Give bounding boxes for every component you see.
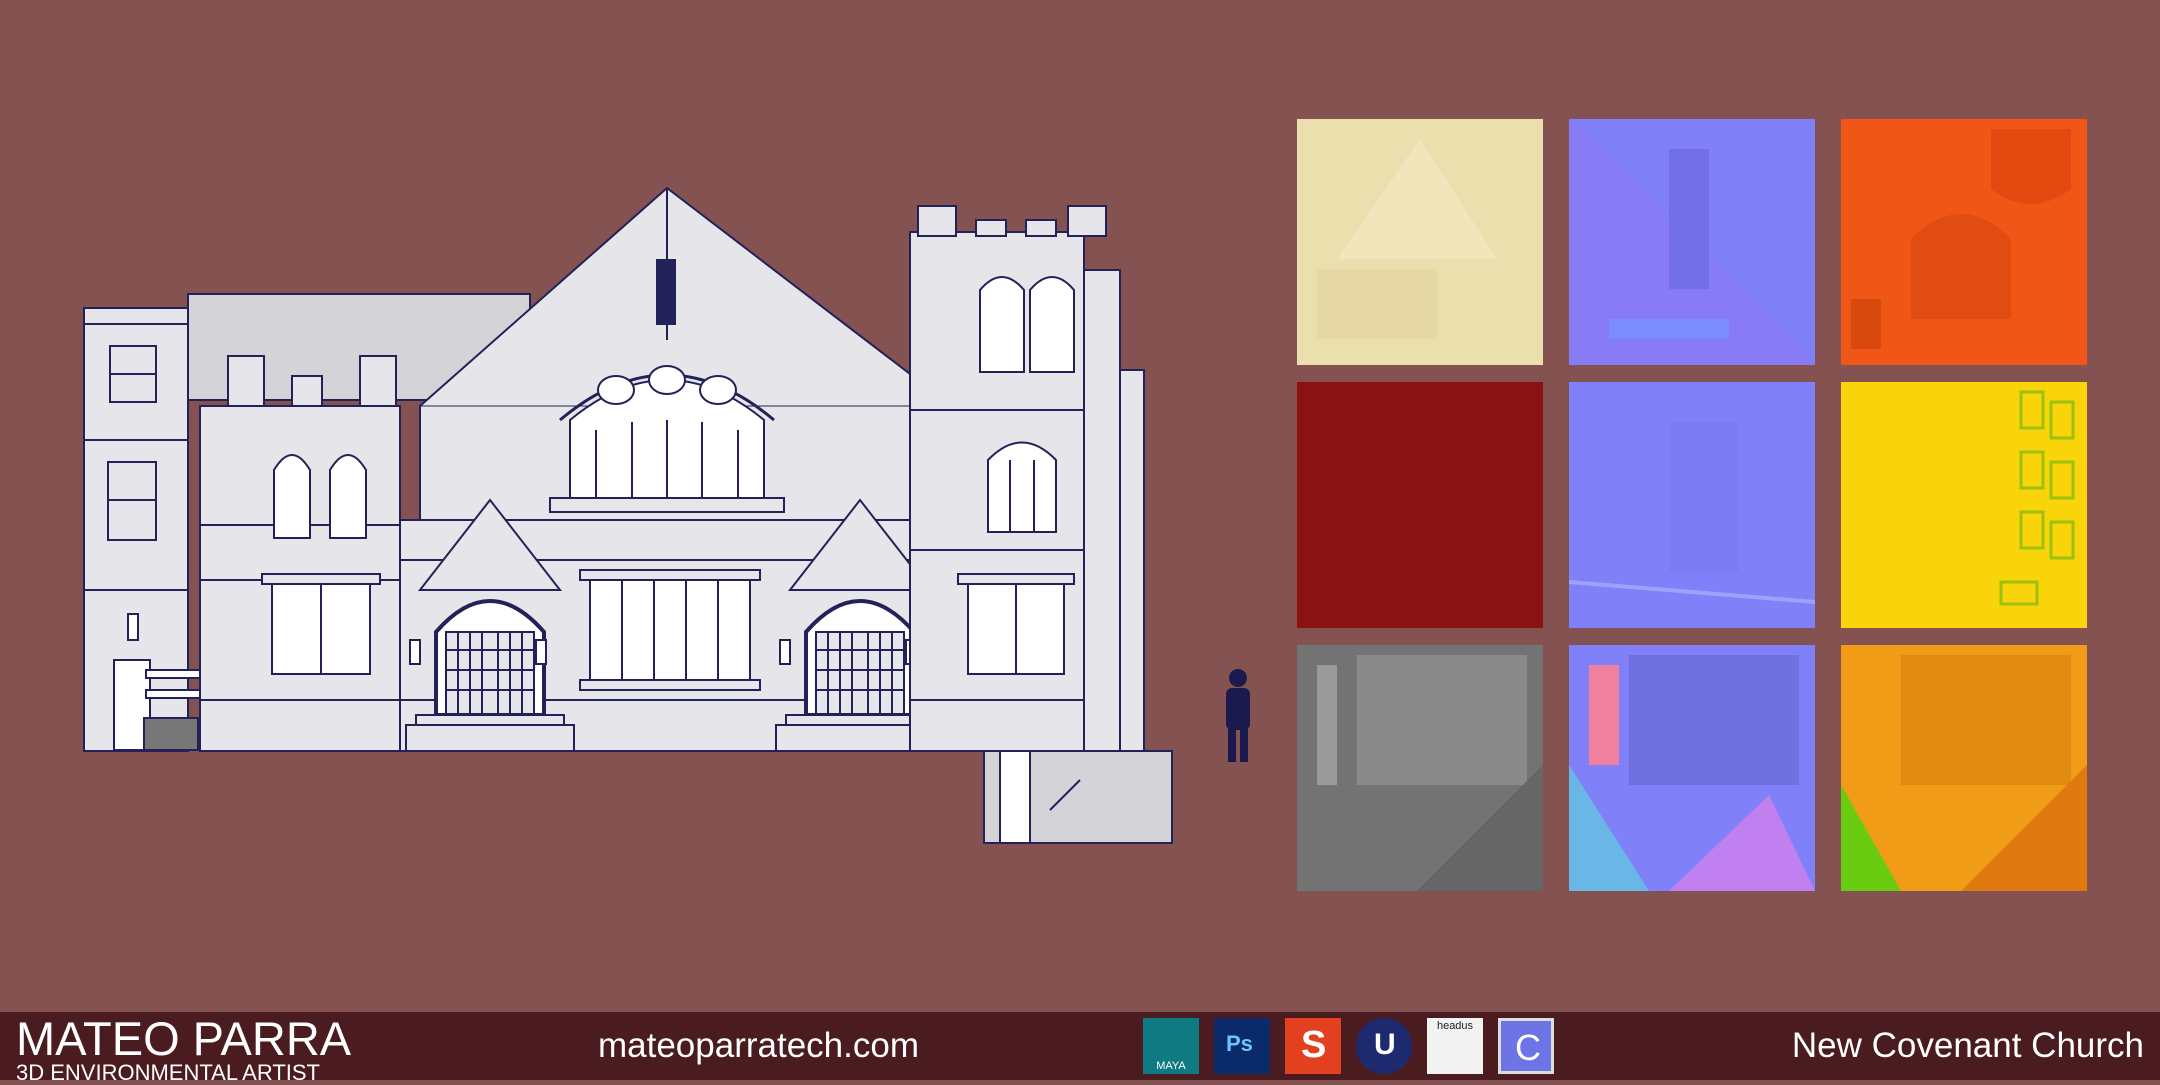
- yellow-mask-sheet: [1841, 382, 2087, 628]
- crazybump-label: C: [1515, 1027, 1541, 1068]
- normal-sheet: [1569, 119, 1815, 365]
- photoshop-icon: Ps: [1214, 1018, 1270, 1074]
- headus-uvlayout-icon: headus: [1427, 1018, 1483, 1074]
- presentation-canvas: [0, 0, 2160, 1010]
- church-wireframe-render: [83, 186, 1250, 844]
- normal-window-sheet: [1569, 382, 1815, 628]
- photoshop-label: Ps: [1226, 1031, 1253, 1056]
- maya-label: MAYA: [1156, 1060, 1186, 1072]
- trim-normal-sheet: [1569, 645, 1815, 891]
- maya-icon: MAYA: [1143, 1018, 1199, 1074]
- footer-bar: MATEO PARRA 3D ENVIRONMENTAL ARTIST mate…: [0, 1012, 2160, 1084]
- website-link[interactable]: mateoparratech.com: [598, 1026, 919, 1066]
- substance-painter-icon: S: [1285, 1018, 1341, 1074]
- substance-label: S: [1301, 1024, 1327, 1066]
- orm-sheet: [1841, 119, 2087, 365]
- artist-title: 3D ENVIRONMENTAL ARTIST: [16, 1060, 320, 1085]
- headus-label: headus: [1436, 1020, 1474, 1032]
- unreal-label: U: [1374, 1028, 1396, 1061]
- crazybump-icon: C: [1498, 1018, 1554, 1074]
- unreal-engine-icon: U: [1356, 1018, 1412, 1074]
- grey-trim-sheet: [1297, 645, 1543, 891]
- trim-orange-sheet: [1841, 645, 2087, 891]
- artist-name: MATEO PARRA: [16, 1012, 352, 1065]
- human-scale-figure: [1226, 669, 1250, 762]
- project-title: New Covenant Church: [1791, 1026, 2144, 1065]
- albedo-sheet: [1297, 119, 1543, 365]
- flat-red-sheet: [1297, 382, 1543, 628]
